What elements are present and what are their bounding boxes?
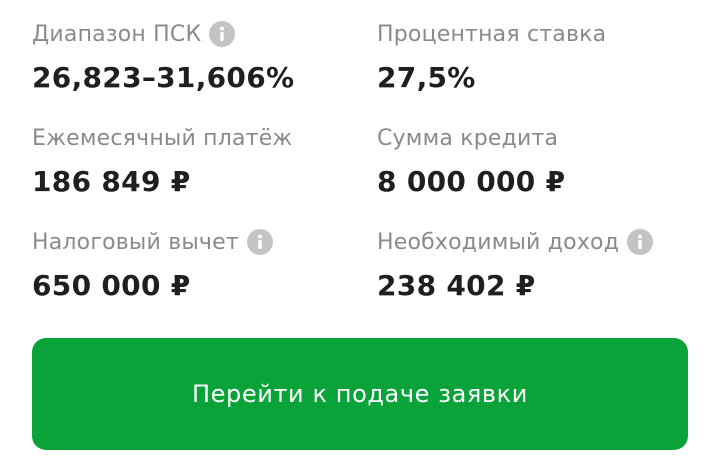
- stat-label: Процентная ставка: [377, 21, 607, 47]
- stat-label: Ежемесячный платёж: [32, 125, 293, 151]
- stat-value: 26,823–31,606%: [32, 61, 295, 94]
- stat-value: 8 000 000 ₽: [377, 165, 566, 198]
- stat-label: Диапазон ПСК: [32, 21, 202, 47]
- stat-value: 27,5%: [377, 61, 476, 94]
- apply-button-label: Перейти к подаче заявки: [192, 380, 528, 408]
- stat-value: 186 849 ₽: [32, 165, 191, 198]
- stat-required-income: Необходимый доход 238 402 ₽: [377, 226, 697, 304]
- info-icon[interactable]: [209, 21, 236, 47]
- stat-label: Налоговый вычет: [32, 229, 239, 255]
- stat-psk-range: Диапазон ПСК 26,823–31,606%: [32, 18, 352, 96]
- stat-loan-amount: Сумма кредита 8 000 000 ₽: [377, 122, 697, 200]
- info-icon[interactable]: [627, 229, 654, 255]
- stat-value: 650 000 ₽: [32, 269, 191, 302]
- stat-interest-rate: Процентная ставка 27,5%: [377, 18, 697, 96]
- stat-label: Необходимый доход: [377, 229, 620, 255]
- stat-label: Сумма кредита: [377, 125, 559, 151]
- apply-button[interactable]: Перейти к подаче заявки: [32, 338, 688, 450]
- stat-monthly-payment: Ежемесячный платёж 186 849 ₽: [32, 122, 352, 200]
- stat-tax-deduction: Налоговый вычет 650 000 ₽: [32, 226, 352, 304]
- info-icon[interactable]: [246, 229, 273, 255]
- stat-value: 238 402 ₽: [377, 269, 536, 302]
